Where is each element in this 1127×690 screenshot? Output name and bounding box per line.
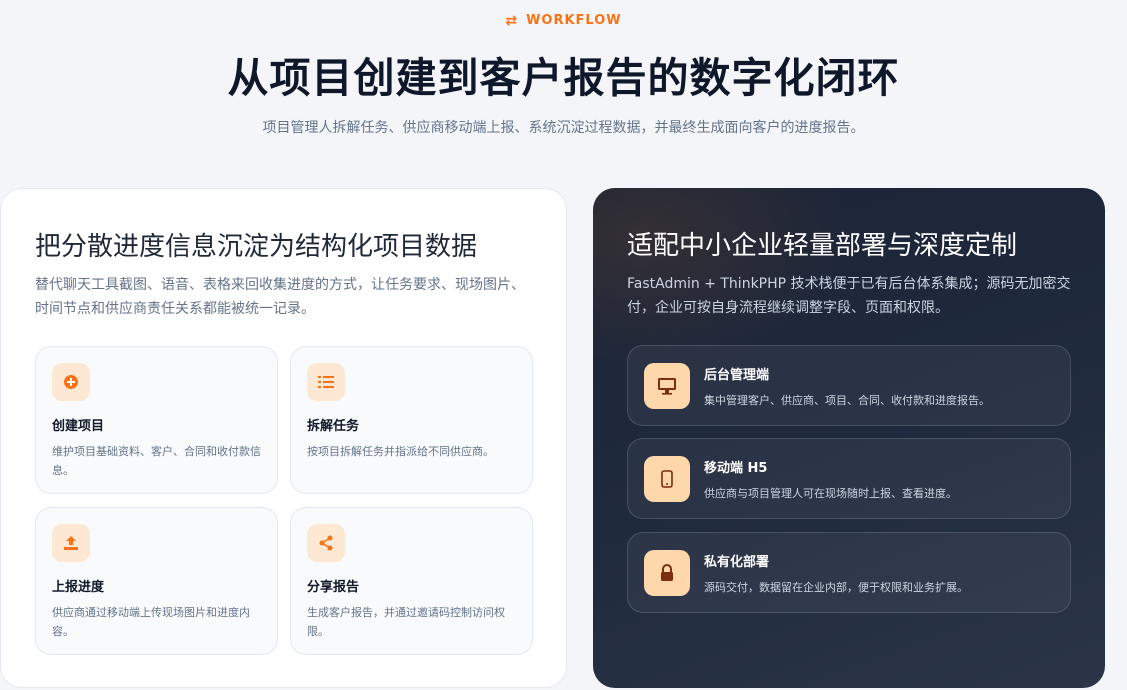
panel-title: 适配中小企业轻量部署与深度定制 bbox=[627, 231, 1018, 261]
card-description: 维护项目基础资料、客户、合同和收付款信息。 bbox=[52, 445, 261, 477]
feature-title: 后台管理端 bbox=[704, 367, 770, 383]
feature-private-deploy: 私有化部署 源码交付，数据留在企业内部，便于权限和业务扩展。 bbox=[627, 532, 1071, 613]
feature-description: 集中管理客户、供应商、项目、合同、收付款和进度报告。 bbox=[704, 393, 990, 407]
card-title: 上报进度 bbox=[52, 580, 105, 595]
mobile-icon bbox=[644, 455, 690, 502]
feature-description: 源码交付，数据留在企业内部，便于权限和业务扩展。 bbox=[704, 580, 968, 594]
deployment-panel: 适配中小企业轻量部署与深度定制 FastAdmin + ThinkPHP 技术栈… bbox=[593, 188, 1105, 688]
eyebrow-label: WORKFLOW bbox=[526, 13, 622, 28]
structured-data-panel: 把分散进度信息沉淀为结构化项目数据 替代聊天工具截图、语音、表格来回收集进度的方… bbox=[0, 188, 567, 688]
swap-arrows-icon: ⇄ bbox=[505, 12, 519, 29]
eyebrow: ⇄ WORKFLOW bbox=[0, 13, 1127, 28]
panel-description: 替代聊天工具截图、语音、表格来回收集进度的方式，让任务要求、现场图片、时间节点和… bbox=[35, 277, 525, 317]
card-description: 生成客户报告，并通过邀请码控制访问权限。 bbox=[307, 606, 505, 638]
panel-description: FastAdmin + ThinkPHP 技术栈便于已有后台体系集成；源码无加密… bbox=[627, 276, 1071, 316]
card-create-project: 创建项目 维护项目基础资料、客户、合同和收付款信息。 bbox=[35, 346, 278, 494]
card-title: 拆解任务 bbox=[307, 419, 360, 434]
feature-title: 移动端 H5 bbox=[704, 460, 768, 476]
page-title: 从项目创建到客户报告的数字化闭环 bbox=[227, 54, 900, 102]
feature-mobile-h5: 移动端 H5 供应商与项目管理人可在现场随时上报、查看进度。 bbox=[627, 438, 1071, 519]
feature-description: 供应商与项目管理人可在现场随时上报、查看进度。 bbox=[704, 486, 957, 500]
plus-circle-icon bbox=[52, 363, 90, 401]
share-icon bbox=[307, 524, 345, 562]
card-description: 按项目拆解任务并指派给不同供应商。 bbox=[307, 445, 494, 458]
card-description: 供应商通过移动端上传现场图片和进度内容。 bbox=[52, 606, 250, 638]
monitor-icon bbox=[644, 362, 690, 409]
feature-admin-backend: 后台管理端 集中管理客户、供应商、项目、合同、收付款和进度报告。 bbox=[627, 345, 1071, 426]
card-split-tasks: 拆解任务 按项目拆解任务并指派给不同供应商。 bbox=[290, 346, 533, 494]
panel-title: 把分散进度信息沉淀为结构化项目数据 bbox=[35, 232, 478, 262]
card-report-progress: 上报进度 供应商通过移动端上传现场图片和进度内容。 bbox=[35, 507, 278, 655]
page-subtitle: 项目管理人拆解任务、供应商移动端上报、系统沉淀过程数据，并最终生成面向客户的进度… bbox=[262, 120, 865, 136]
list-icon bbox=[307, 363, 345, 401]
feature-title: 私有化部署 bbox=[704, 554, 770, 570]
workflow-section: ⇄ WORKFLOW 从项目创建到客户报告的数字化闭环 项目管理人拆解任务、供应… bbox=[0, 0, 1127, 690]
upload-icon bbox=[52, 524, 90, 562]
card-title: 分享报告 bbox=[307, 580, 360, 595]
lock-icon bbox=[644, 549, 690, 596]
card-title: 创建项目 bbox=[52, 419, 105, 434]
card-share-report: 分享报告 生成客户报告，并通过邀请码控制访问权限。 bbox=[290, 507, 533, 655]
